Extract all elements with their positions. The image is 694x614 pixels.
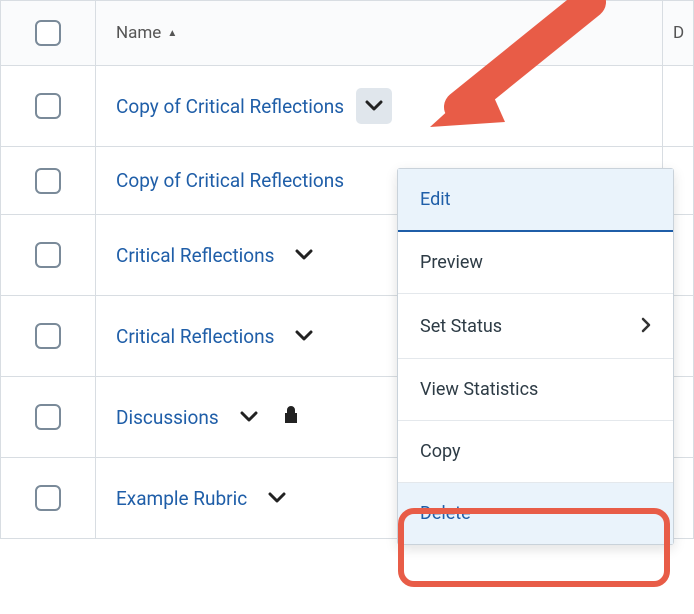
row-actions-toggle[interactable]	[259, 480, 295, 516]
row-checkbox[interactable]	[35, 168, 61, 194]
lock-icon	[283, 405, 299, 430]
row-name-cell: Copy of Critical Reflections	[96, 66, 663, 146]
item-link[interactable]: Critical Reflections	[116, 325, 274, 348]
menu-item-label: Set Status	[420, 316, 502, 337]
last-col-label: D	[673, 23, 684, 43]
table-header: Name ▲ D	[0, 0, 694, 66]
row-checkbox-cell	[1, 458, 96, 538]
select-all-checkbox[interactable]	[35, 20, 61, 46]
header-checkbox-cell	[1, 1, 96, 65]
row-actions-menu: Edit Preview Set Status View Statistics …	[397, 168, 674, 545]
chevron-down-icon	[240, 411, 258, 423]
item-link[interactable]: Discussions	[116, 406, 219, 429]
menu-item-label: Delete	[420, 503, 471, 524]
menu-item-edit[interactable]: Edit	[398, 169, 673, 232]
menu-item-view-statistics[interactable]: View Statistics	[398, 359, 673, 421]
row-checkbox[interactable]	[35, 404, 61, 430]
row-actions-toggle[interactable]	[356, 88, 392, 124]
menu-item-delete[interactable]: Delete	[398, 483, 673, 544]
chevron-down-icon	[365, 100, 383, 112]
row-actions-toggle[interactable]	[286, 318, 322, 354]
row-checkbox[interactable]	[35, 242, 61, 268]
menu-item-label: Preview	[420, 252, 483, 273]
name-column-header[interactable]: Name ▲	[96, 1, 663, 65]
item-link[interactable]: Copy of Critical Reflections	[116, 169, 344, 192]
item-link[interactable]: Critical Reflections	[116, 244, 274, 267]
item-link[interactable]: Copy of Critical Reflections	[116, 95, 344, 118]
row-actions-toggle[interactable]	[286, 237, 322, 273]
menu-item-copy[interactable]: Copy	[398, 421, 673, 483]
row-checkbox[interactable]	[35, 485, 61, 511]
menu-item-label: Copy	[420, 441, 461, 462]
menu-item-set-status[interactable]: Set Status	[398, 294, 673, 359]
row-checkbox-cell	[1, 296, 96, 376]
row-checkbox-cell	[1, 66, 96, 146]
chevron-down-icon	[295, 330, 313, 342]
table-row: Copy of Critical Reflections	[0, 66, 694, 147]
last-column-header: D	[663, 1, 693, 65]
chevron-down-icon	[268, 492, 286, 504]
menu-item-label: View Statistics	[420, 379, 538, 400]
menu-item-preview[interactable]: Preview	[398, 232, 673, 294]
row-last-cell	[663, 66, 693, 146]
row-checkbox[interactable]	[35, 323, 61, 349]
row-checkbox[interactable]	[35, 93, 61, 119]
row-checkbox-cell	[1, 147, 96, 214]
row-checkbox-cell	[1, 215, 96, 295]
sort-ascending-icon: ▲	[167, 28, 177, 39]
menu-item-label: Edit	[420, 189, 450, 210]
row-checkbox-cell	[1, 377, 96, 457]
chevron-right-icon	[641, 314, 651, 338]
row-actions-toggle[interactable]	[231, 399, 267, 435]
chevron-down-icon	[295, 249, 313, 261]
item-link[interactable]: Example Rubric	[116, 487, 247, 510]
name-header-label: Name	[116, 23, 161, 43]
